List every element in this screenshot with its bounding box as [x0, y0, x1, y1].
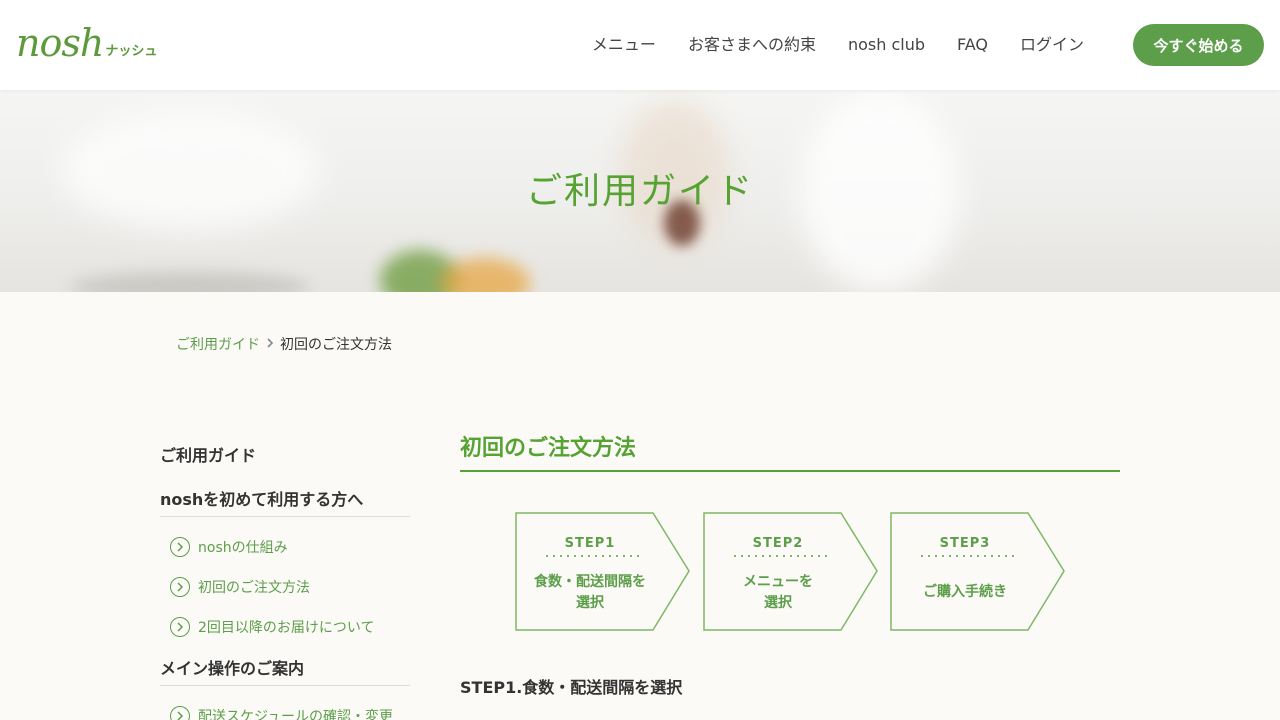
nosh-logo[interactable]: nosh ナッシュ	[16, 24, 157, 62]
nav-nosh-club[interactable]: nosh club	[848, 33, 925, 57]
step-2-desc-line-2: 選択	[764, 595, 792, 611]
sidebar-link-how-nosh-works[interactable]: noshの仕組み	[170, 537, 410, 557]
step-1: STEP1 食数・配送間隔を 選択	[515, 512, 691, 632]
guide-sidebar: ご利用ガイド noshを初めて利用する方へ noshの仕組み 初回のご注文方法 …	[160, 444, 410, 720]
chevron-right-icon	[266, 337, 274, 351]
logo-kana: ナッシュ	[105, 44, 158, 59]
logo-wordmark: nosh	[16, 21, 104, 65]
page-title: ご利用ガイド	[525, 171, 754, 212]
sidebar-section-main-ops: メイン操作のご案内	[160, 657, 410, 686]
chevron-circle-icon	[170, 577, 190, 597]
step-3-desc-line-1: ご購入手続き	[923, 584, 1007, 600]
nav-faq[interactable]: FAQ	[957, 33, 988, 57]
step-1-desc: 食数・配送間隔を 選択	[515, 572, 665, 614]
sidebar-title: ご利用ガイド	[160, 446, 257, 465]
sidebar-link-label: 配送スケジュールの確認・変更	[198, 709, 394, 720]
nav-login[interactable]: ログイン	[1020, 33, 1084, 57]
breadcrumb-parent[interactable]: ご利用ガイド	[176, 334, 260, 354]
sidebar-section-first-time: noshを初めて利用する方へ	[160, 488, 410, 517]
sidebar-link-first-order[interactable]: 初回のご注文方法	[170, 577, 410, 597]
start-now-button[interactable]: 今すぐ始める	[1133, 24, 1264, 66]
chevron-circle-icon	[170, 617, 190, 637]
nav-promise[interactable]: お客さまへの約束	[688, 33, 816, 57]
hero-bg-counter	[70, 272, 310, 292]
breadcrumb-current: 初回のご注文方法	[280, 337, 392, 353]
step-3: STEP3 ご購入手続き	[890, 512, 1066, 632]
sidebar-link-second-delivery[interactable]: 2回目以降のお届けについて	[170, 617, 410, 637]
sidebar-link-delivery-schedule[interactable]: 配送スケジュールの確認・変更	[170, 706, 410, 720]
hero-banner: ご利用ガイド	[0, 90, 1280, 292]
breadcrumb: ご利用ガイド 初回のご注文方法	[176, 334, 392, 354]
step-3-label: STEP3	[939, 536, 991, 551]
section-title: 初回のご注文方法	[460, 430, 1120, 472]
step-2-desc: メニューを 選択	[703, 572, 853, 614]
step-1-label: STEP1	[564, 536, 616, 551]
step-2: STEP2 メニューを 選択	[703, 512, 879, 632]
chevron-circle-icon	[170, 706, 190, 720]
step-1-desc-line-1: 食数・配送間隔を	[534, 574, 646, 590]
site-header: nosh ナッシュ メニュー お客さまへの約束 nosh club FAQ ログ…	[0, 0, 1280, 90]
sidebar-link-label: noshの仕組み	[198, 540, 288, 556]
main-nav: メニュー お客さまへの約束 nosh club FAQ ログイン	[560, 33, 1084, 57]
chevron-circle-icon	[170, 537, 190, 557]
main-content: 初回のご注文方法 STEP1 食数・配送間隔を 選択 STEP2 メニューを 選…	[460, 430, 1120, 697]
step-1-desc-line-2: 選択	[576, 595, 604, 611]
nav-menu[interactable]: メニュー	[592, 33, 656, 57]
sidebar-link-label: 初回のご注文方法	[198, 580, 310, 596]
step-2-label: STEP2	[752, 536, 804, 551]
step-3-desc: ご購入手続き	[890, 582, 1040, 603]
step-2-desc-line-1: メニューを	[743, 574, 813, 590]
sidebar-link-label: 2回目以降のお届けについて	[198, 620, 375, 636]
step-1-heading: STEP1.食数・配送間隔を選択	[460, 678, 683, 697]
